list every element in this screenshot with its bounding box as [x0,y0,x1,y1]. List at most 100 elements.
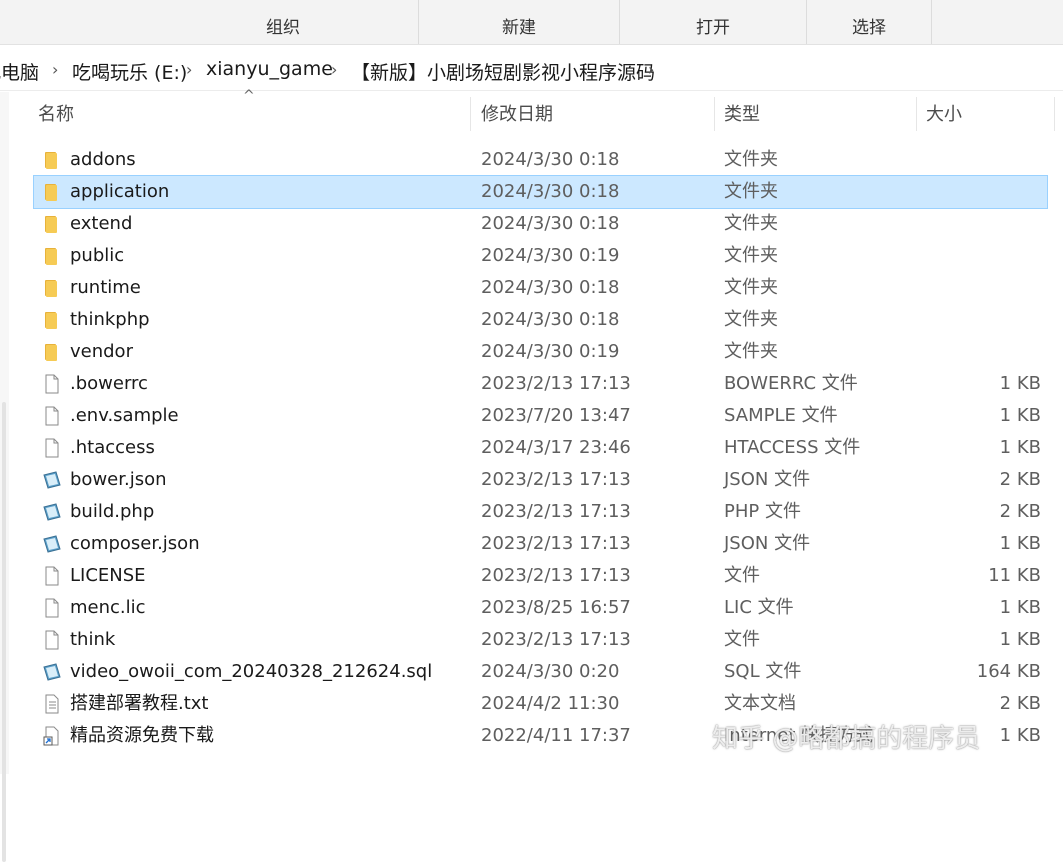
file-date: 2024/4/2 11:30 [481,693,620,714]
file-size: 2 KB [999,501,1041,522]
file-date: 2024/3/30 0:18 [481,181,620,202]
column-header-date[interactable]: 修改日期 [481,95,553,135]
column-header-type[interactable]: 类型 [724,95,760,135]
file-type: 文件夹 [724,149,778,170]
ribbon-group-select[interactable]: 选择 [807,0,932,44]
list-item-selected[interactable]: application 2024/3/30 0:18 文件夹 [33,175,1048,209]
file-size: 11 KB [988,565,1041,586]
list-item[interactable]: addons 2024/3/30 0:18 文件夹 [34,144,1047,176]
file-type: 文件 [724,629,760,650]
chevron-right-icon[interactable]: › [52,60,58,79]
file-name: public [70,245,125,266]
list-item[interactable]: .bowerrc 2023/2/13 17:13 BOWERRC 文件 1 KB [34,368,1047,400]
file-name: vendor [70,341,133,362]
code-file-icon [42,502,62,522]
file-type: JSON 文件 [724,469,811,490]
file-name: extend [70,213,133,234]
list-item[interactable]: vendor 2024/3/30 0:19 文件夹 [34,336,1047,368]
file-type: BOWERRC 文件 [724,373,858,394]
file-name: menc.lic [70,597,146,618]
file-type: 文件夹 [724,181,778,202]
file-date: 2023/7/20 13:47 [481,405,631,426]
file-date: 2023/2/13 17:13 [481,629,631,650]
file-date: 2024/3/17 23:46 [481,437,631,458]
file-size: 2 KB [999,469,1041,490]
file-type: LIC 文件 [724,597,794,618]
file-date: 2024/3/30 0:18 [481,309,620,330]
breadcrumb: 此电脑 › 吃喝玩乐 (E:) › xianyu_game › 【新版】小剧场短… [0,48,1063,91]
column-header-name[interactable]: 名称 [38,95,74,135]
column-header-size[interactable]: 大小 [926,95,962,135]
ribbon-group-organize[interactable]: 组织 [148,0,419,44]
list-item[interactable]: public 2024/3/30 0:19 文件夹 [34,240,1047,272]
ribbon-toolbar: 组织 新建 打开 选择 [0,0,1063,45]
chevron-right-icon[interactable]: › [648,60,654,79]
breadcrumb-item-folder[interactable]: xianyu_game [206,58,333,80]
file-icon [42,406,62,426]
folder-icon [42,182,62,202]
file-name: think [70,629,116,650]
breadcrumb-item-drive[interactable]: 吃喝玩乐 (E:) [72,58,187,85]
file-date: 2022/4/11 17:37 [481,725,631,746]
file-name: .bowerrc [70,373,148,394]
column-divider[interactable] [470,97,471,131]
list-item[interactable]: thinkphp 2024/3/30 0:18 文件夹 [34,304,1047,336]
list-item[interactable]: 精品资源免费下载 2022/4/11 17:37 Internet 快捷方式 1 KB [34,720,1047,752]
ribbon-group-label: 打开 [696,18,730,38]
list-item[interactable]: think 2023/2/13 17:13 文件 1 KB [34,624,1047,656]
code-file-icon [42,470,62,490]
column-divider[interactable] [1054,97,1055,131]
breadcrumb-item-current[interactable]: 【新版】小剧场短剧影视小程序源码 [351,58,655,85]
chevron-right-icon[interactable]: › [331,60,337,79]
list-item[interactable]: menc.lic 2023/8/25 16:57 LIC 文件 1 KB [34,592,1047,624]
navigation-pane-edge [0,92,9,862]
file-size: 1 KB [999,725,1041,746]
file-icon [42,374,62,394]
file-date: 2023/2/13 17:13 [481,565,631,586]
list-item[interactable]: 搭建部署教程.txt 2024/4/2 11:30 文本文档 2 KB [34,688,1047,720]
file-type: 文本文档 [724,693,796,714]
list-item[interactable]: bower.json 2023/2/13 17:13 JSON 文件 2 KB [34,464,1047,496]
file-size: 2 KB [999,693,1041,714]
list-item[interactable]: extend 2024/3/30 0:18 文件夹 [34,208,1047,240]
file-name: addons [70,149,136,170]
file-size: 1 KB [999,629,1041,650]
chevron-right-icon[interactable]: › [186,60,192,79]
file-name: application [70,181,170,202]
scrollbar-thumb[interactable] [2,402,6,862]
folder-icon [42,246,62,266]
file-size: 1 KB [999,373,1041,394]
file-type: PHP 文件 [724,501,801,522]
text-file-icon [42,694,62,714]
list-item[interactable]: .htaccess 2024/3/17 23:46 HTACCESS 文件 1 KB [34,432,1047,464]
list-item[interactable]: build.php 2023/2/13 17:13 PHP 文件 2 KB [34,496,1047,528]
breadcrumb-item-this-pc[interactable]: 此电脑 [0,58,39,85]
file-name: 精品资源免费下载 [70,725,214,746]
file-size: 1 KB [999,533,1041,554]
list-item[interactable]: composer.json 2023/2/13 17:13 JSON 文件 1 KB [34,528,1047,560]
file-type: JSON 文件 [724,533,811,554]
column-divider[interactable] [916,97,917,131]
file-size: 164 KB [976,661,1041,682]
file-date: 2024/3/30 0:19 [481,341,620,362]
column-headers: 名称 修改日期 类型 大小 [20,95,1063,135]
column-divider[interactable] [714,97,715,131]
file-date: 2024/3/30 0:19 [481,245,620,266]
file-name: bower.json [70,469,167,490]
file-icon [42,598,62,618]
list-item[interactable]: LICENSE 2023/2/13 17:13 文件 11 KB [34,560,1047,592]
ribbon-group-label: 选择 [852,18,886,38]
shortcut-icon [42,726,62,746]
file-date: 2024/3/30 0:18 [481,149,620,170]
list-item[interactable]: .env.sample 2023/7/20 13:47 SAMPLE 文件 1 KB [34,400,1047,432]
file-name: thinkphp [70,309,150,330]
file-date: 2023/2/13 17:13 [481,469,631,490]
list-item[interactable]: runtime 2024/3/30 0:18 文件夹 [34,272,1047,304]
list-item[interactable]: video_owoii_com_20240328_212624.sql 2024/… [34,656,1047,688]
file-type: HTACCESS 文件 [724,437,861,458]
file-type: 文件夹 [724,277,778,298]
folder-icon [42,342,62,362]
ribbon-group-open[interactable]: 打开 [620,0,807,44]
file-type: SQL 文件 [724,661,802,682]
ribbon-group-new[interactable]: 新建 [419,0,620,44]
